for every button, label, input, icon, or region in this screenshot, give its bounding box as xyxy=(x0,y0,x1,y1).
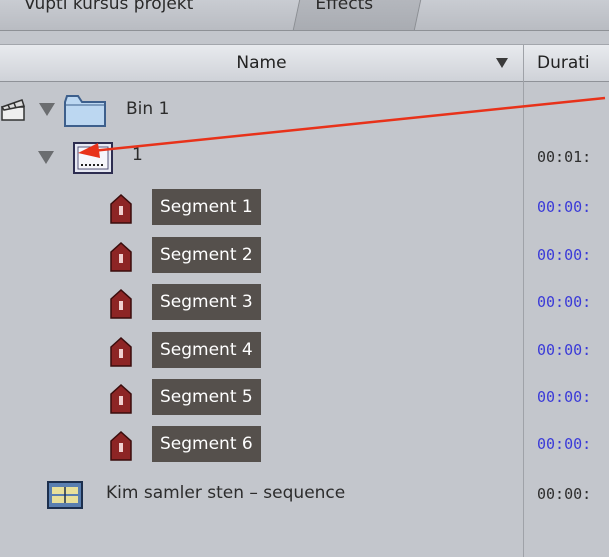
column-name-label: Name xyxy=(236,53,287,73)
segment-duration: 00:00: xyxy=(537,198,592,216)
segment-duration: 00:00: xyxy=(537,246,592,264)
segment-marker-icon xyxy=(110,241,132,272)
sort-descending-icon[interactable] xyxy=(496,58,508,68)
segment-label: Segment 2 xyxy=(152,237,261,273)
clip-icon xyxy=(73,142,113,174)
segment-marker-icon xyxy=(110,193,132,224)
segment-row[interactable]: Segment 5 00:00: xyxy=(0,375,609,419)
column-header-duration[interactable]: Durati xyxy=(537,45,590,81)
sequence-icon xyxy=(47,481,83,509)
segment-label: Segment 1 xyxy=(152,189,261,225)
segment-row[interactable]: Segment 3 00:00: xyxy=(0,280,609,324)
segment-marker-icon xyxy=(110,288,132,319)
segment-duration: 00:00: xyxy=(537,388,592,406)
segment-row[interactable]: Segment 4 00:00: xyxy=(0,328,609,372)
segment-label: Segment 3 xyxy=(152,284,261,320)
tab-project[interactable]: Vupti kursus projekt xyxy=(24,0,193,19)
segment-row[interactable]: Segment 1 00:00: xyxy=(0,185,609,229)
segment-duration: 00:00: xyxy=(537,341,592,359)
segment-marker-icon xyxy=(110,336,132,367)
column-header-name[interactable]: Name xyxy=(0,45,524,81)
disclosure-open-icon[interactable] xyxy=(39,103,55,116)
segment-row[interactable]: Segment 2 00:00: xyxy=(0,233,609,277)
segment-marker-icon xyxy=(110,383,132,414)
sequence-row[interactable]: Kim samler sten – sequence 00:00: xyxy=(0,471,609,515)
segment-duration: 00:00: xyxy=(537,293,592,311)
segment-label: Segment 5 xyxy=(152,379,261,415)
tab-effects-label: Effects xyxy=(315,0,374,14)
tab-bar: Vupti kursus projekt Effects xyxy=(0,0,609,31)
clapperboard-icon xyxy=(0,99,25,121)
segment-duration: 00:00: xyxy=(537,435,592,453)
sequence-duration: 00:00: xyxy=(537,485,592,503)
clip-row[interactable]: 1 00:01: xyxy=(0,135,609,179)
tab-effects[interactable]: Effects xyxy=(292,0,422,30)
bin-label: Bin 1 xyxy=(126,99,170,119)
bin-row[interactable]: Bin 1 xyxy=(0,88,609,132)
segment-label: Segment 4 xyxy=(152,332,261,368)
disclosure-open-icon[interactable] xyxy=(38,151,54,164)
segment-row[interactable]: Segment 6 00:00: xyxy=(0,422,609,466)
folder-icon xyxy=(64,95,106,127)
sequence-label: Kim samler sten – sequence xyxy=(106,483,346,503)
clip-label: 1 xyxy=(132,145,143,165)
clip-duration: 00:01: xyxy=(537,148,592,166)
segment-label: Segment 6 xyxy=(152,426,261,462)
segment-marker-icon xyxy=(110,430,132,461)
column-header: Name Durati xyxy=(0,44,609,82)
